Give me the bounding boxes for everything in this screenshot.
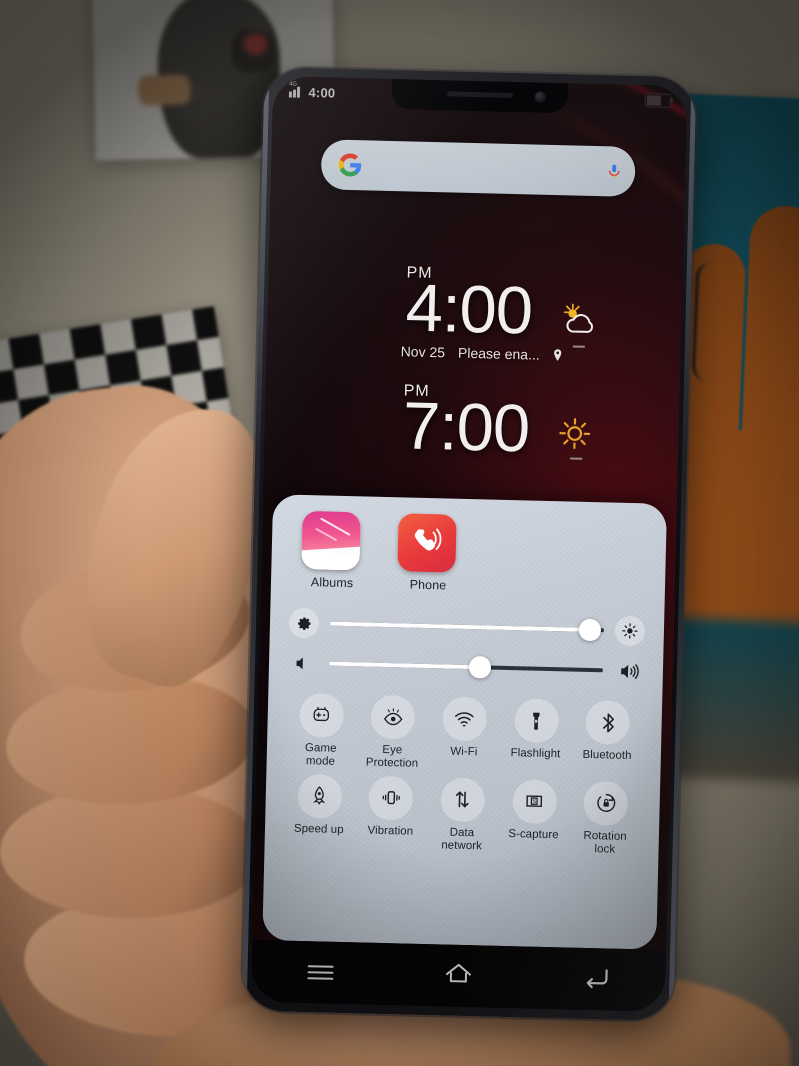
vibration-icon <box>368 775 414 821</box>
battery-level <box>646 95 662 106</box>
eye-icon <box>370 694 416 740</box>
clock-time: 4:00 <box>404 270 534 349</box>
recents-button[interactable] <box>297 957 344 988</box>
flashlight-icon <box>513 698 559 744</box>
toggle-label-line2: Protection <box>365 756 419 770</box>
clock-location-text[interactable]: Please ena... <box>458 344 540 362</box>
clock-time: 7:00 <box>401 387 531 467</box>
brightness-slider-handle[interactable] <box>578 618 602 642</box>
battery-icon <box>644 93 672 108</box>
toggle-label: Flashlight <box>500 747 572 762</box>
toggle-label: S-capture <box>498 828 570 843</box>
toggle-tiles: Game mode Eye Protection Wi-Fi Flashligh… <box>279 692 649 856</box>
toggle-label: Rotation lock <box>569 829 641 856</box>
google-g-icon <box>338 153 363 178</box>
toggle-label-line1: S-capture <box>508 827 559 842</box>
gear-icon[interactable] <box>288 607 320 639</box>
brightness-icon[interactable] <box>614 615 646 647</box>
toggle-data-network[interactable]: Data network <box>426 777 499 853</box>
toggle-row-1: Game mode Eye Protection Wi-Fi Flashligh… <box>280 692 648 776</box>
volume-slider-handle[interactable] <box>468 656 491 679</box>
toggle-label-line1: Vibration <box>367 824 414 838</box>
clock-subrow: Nov 25 Please ena... <box>401 343 681 366</box>
clock-widgets: PM 4:00 Nov 25 Please ena... PM 7:00 <box>264 262 683 467</box>
game-controller-icon <box>299 692 345 738</box>
speaker-low-icon[interactable] <box>288 648 319 679</box>
toggle-label: Speed up <box>283 822 355 837</box>
phone-handset-icon <box>397 513 457 573</box>
quick-settings-panel: Albums Phone Game mode Eye Protection Wi… <box>262 494 668 950</box>
sliders <box>283 603 651 692</box>
back-button[interactable] <box>573 964 620 995</box>
microphone-icon[interactable] <box>606 160 620 182</box>
rotation-lock-icon <box>583 780 629 826</box>
home-icon <box>443 960 474 992</box>
toggle-bluetooth[interactable]: Bluetooth <box>571 699 644 776</box>
app-shortcut-phone[interactable]: Phone <box>397 513 461 592</box>
status-bar-time: 4:00 <box>308 84 336 101</box>
navigation-bar <box>250 939 667 1012</box>
partly-cloudy-icon <box>559 301 600 342</box>
toggle-label-line1: Flashlight <box>510 747 561 761</box>
bluetooth-icon <box>585 699 631 745</box>
toggle-label: Data network <box>426 826 498 853</box>
clock-widget-secondary[interactable]: PM 7:00 <box>264 380 680 467</box>
toggle-row-2: Speed up Vibration Data network S S-capt… <box>279 773 647 857</box>
toggle-wifi[interactable]: Wi-Fi <box>428 696 501 772</box>
toggle-vibration[interactable]: Vibration <box>354 775 427 851</box>
clock-date: Nov 25 <box>400 342 446 360</box>
toggle-label: Vibration <box>354 824 426 839</box>
albums-icon <box>301 510 361 571</box>
signal-bars-icon: 4G <box>288 81 304 98</box>
photo-scene: 4G 4:00 PM 4:00 Nov 25 Please ena... PM … <box>0 0 799 1066</box>
network-label: 4G <box>289 80 297 88</box>
app-shortcut-label: Phone <box>409 577 447 593</box>
volume-slider-row <box>283 642 650 691</box>
app-shortcuts: Albums Phone <box>285 510 653 598</box>
toggle-label: Bluetooth <box>571 749 643 764</box>
clock-widget-primary[interactable]: PM 4:00 Nov 25 Please ena... <box>267 262 683 366</box>
toggle-s-capture[interactable]: S S-capture <box>497 778 570 855</box>
toggle-label-line2: mode <box>305 754 336 768</box>
app-shortcut-label: Albums <box>310 575 354 591</box>
toggle-label-line1: Bluetooth <box>582 748 632 763</box>
toggle-rotation-lock[interactable]: Rotation lock <box>569 780 642 856</box>
data-transfer-icon <box>440 777 486 823</box>
toggle-eye-protection[interactable]: Eye Protection <box>356 694 429 770</box>
google-search-bar[interactable] <box>320 139 636 197</box>
toggle-speed-up[interactable]: Speed up <box>283 773 356 849</box>
home-button[interactable] <box>435 960 482 991</box>
wifi-icon <box>442 696 488 742</box>
toggle-label-line2: lock <box>594 842 616 856</box>
toggle-label-line2: network <box>441 839 483 853</box>
sunny-icon <box>556 415 597 456</box>
finger <box>0 786 262 918</box>
location-pin-icon <box>553 348 562 362</box>
phone-screen: 4G 4:00 PM 4:00 Nov 25 Please ena... PM … <box>250 76 688 1012</box>
screen-capture-icon: S <box>511 778 557 824</box>
speaker-high-icon[interactable] <box>614 656 645 687</box>
status-bar-left: 4G 4:00 <box>288 81 336 101</box>
volume-slider[interactable] <box>328 656 604 679</box>
app-shortcut-albums[interactable]: Albums <box>301 510 365 591</box>
toggle-label-line1: Wi-Fi <box>450 745 478 759</box>
volume-slider-fill <box>328 661 480 670</box>
toggle-flashlight[interactable]: Flashlight <box>499 698 572 774</box>
temperature-placeholder <box>570 457 583 460</box>
toggle-label: Eye Protection <box>356 743 428 770</box>
menu-lines-icon <box>307 962 334 984</box>
svg-text:S: S <box>532 798 536 805</box>
brightness-slider-fill <box>329 621 591 632</box>
toggle-label-line1: Speed up <box>293 822 344 836</box>
toggle-label: Game mode <box>284 742 356 769</box>
rocket-icon <box>297 773 343 819</box>
smartphone-device: 4G 4:00 PM 4:00 Nov 25 Please ena... PM … <box>241 66 697 1022</box>
temperature-placeholder <box>572 345 585 348</box>
toggle-label: Wi-Fi <box>428 745 500 760</box>
toggle-game-mode[interactable]: Game mode <box>284 692 357 769</box>
brightness-slider[interactable] <box>329 618 604 642</box>
back-arrow-icon <box>582 964 611 994</box>
